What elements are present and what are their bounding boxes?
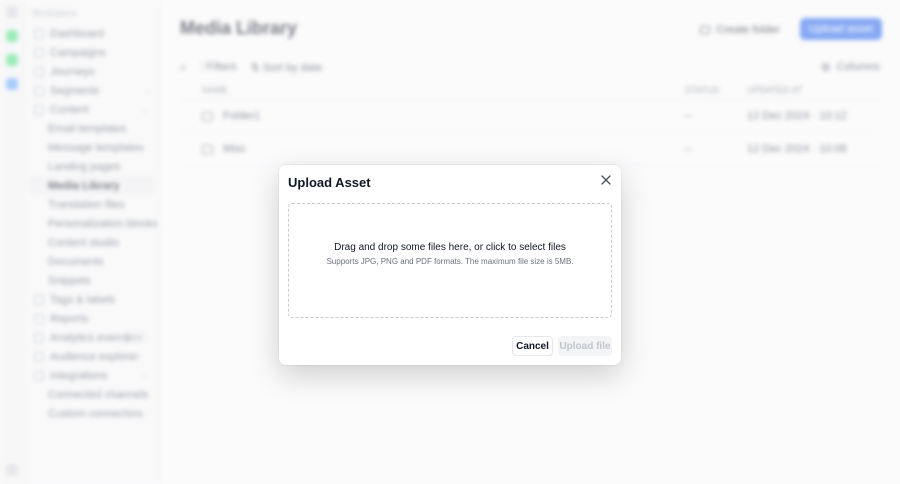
upload-file-button[interactable]: Upload file: [558, 336, 612, 356]
close-button[interactable]: [599, 173, 613, 187]
upload-asset-dialog: Upload Asset Drag and drop some files he…: [279, 165, 621, 365]
file-dropzone[interactable]: Drag and drop some files here, or click …: [288, 203, 612, 318]
dialog-title: Upload Asset: [288, 175, 371, 190]
close-icon: [601, 175, 611, 185]
dropzone-format-hint: Supports JPG, PNG and PDF formats. The m…: [326, 256, 574, 266]
dropzone-instructions: Drag and drop some files here, or click …: [334, 241, 566, 253]
cancel-button[interactable]: Cancel: [512, 336, 553, 356]
